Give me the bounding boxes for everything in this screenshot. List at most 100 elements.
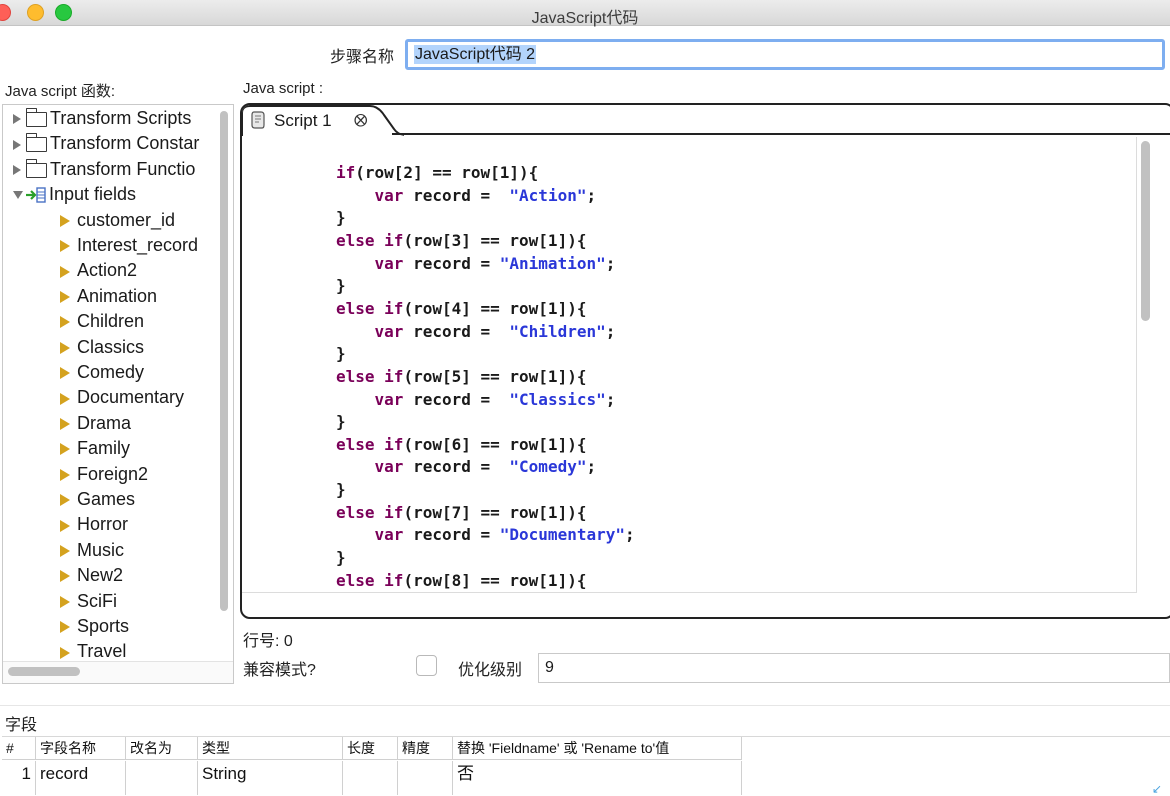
field-marker-icon [60,570,70,583]
column-header[interactable]: 精度 [398,737,453,760]
compat-mode-label: 兼容模式? [243,662,316,679]
row-number: 1 [2,761,36,795]
step-name-value: JavaScript代码 2 [414,45,537,64]
table-cell[interactable]: record [36,761,126,795]
code-vertical-scrollbar[interactable] [1141,141,1150,321]
tab-label: Script 1 [274,111,332,130]
tree-field-item[interactable]: Comedy [60,360,144,385]
code-line: var record = "Classics"; [336,389,616,411]
column-header[interactable]: 改名为 [126,737,198,760]
code-text: (row[5] == row[1]){ [403,366,587,386]
code-area[interactable]: if(row[2] == row[1]){ var record = "Acti… [242,137,1137,593]
tree-field-item[interactable]: Interest_record [60,233,198,258]
tree-field-label: Foreign2 [77,463,149,484]
functions-tree[interactable]: Transform Scripts Transform Constar Transf… [2,104,234,684]
code-line: var record = "Documentary"; [336,524,635,546]
field-marker-icon [60,316,70,329]
code-keyword: var [374,321,404,341]
functions-panel-label: Java script 函数: [5,83,116,100]
field-marker-icon [60,392,70,405]
column-header[interactable]: 字段名称 [36,737,126,760]
tree-field-item[interactable]: Music [60,538,124,563]
tree-folder[interactable]: Transform Constar [13,131,199,156]
step-name-input[interactable]: JavaScript代码 2 [405,39,1165,70]
collapse-arrow-icon[interactable] [13,191,23,200]
code-keyword: if [384,502,404,522]
tab-bar-line [392,133,1170,135]
code-text: (row[6] == row[1]){ [403,434,587,454]
window-title: JavaScript代码 [531,10,639,27]
close-icon[interactable]: ⭙ [354,106,367,136]
code-text: record = [403,321,510,341]
script-icon [251,111,265,129]
expand-arrow-icon[interactable] [13,139,21,150]
tree-field-item[interactable]: Horror [60,512,128,537]
code-text: } [336,344,346,364]
tree-folder[interactable]: Transform Functio [13,157,195,182]
code-text: } [336,208,346,228]
tree-field-label: Sports [77,616,130,636]
tree-input-fields[interactable]: Input fields [13,182,136,207]
code-keyword: if [384,230,404,250]
field-marker-icon [60,646,70,659]
tree-field-item[interactable]: Drama [60,411,131,436]
column-header[interactable]: 替换 'Fieldname' 或 'Rename to'值 [453,737,742,760]
tree-folder-label: Transform Scripts [50,108,192,128]
table-cell[interactable]: 否 [453,761,742,795]
code-string: "Animation" [499,253,606,273]
code-keyword: var [374,457,404,477]
code-text: ; [605,321,616,341]
field-marker-icon [60,443,70,456]
tab-script-1[interactable]: Script 1 ⭙ [242,105,404,136]
tree-field-item[interactable]: Games [60,487,135,512]
tree-field-item[interactable]: Documentary [60,385,184,410]
code-line: var record = "Children"; [336,321,616,343]
tree-folder[interactable]: Transform Scripts [13,106,191,131]
field-marker-icon [60,367,70,380]
table-cell[interactable] [398,761,453,795]
column-header[interactable]: # [2,737,36,760]
code-line: } [336,343,346,365]
code-string: "Classics" [509,389,606,409]
optimization-level-input[interactable]: 9 [538,653,1170,683]
tree-field-item[interactable]: Travel [60,639,126,664]
tree-field-item[interactable]: Children [60,309,144,334]
tree-horizontal-scrollbar[interactable] [8,667,80,676]
code-text: } [336,548,346,568]
tree-field-label: Action2 [77,260,138,281]
tree-field-item[interactable]: Animation [60,284,157,309]
tree-field-item[interactable]: Sports [60,614,129,639]
tree-field-item[interactable]: customer_id [60,208,175,233]
tree-field-item[interactable]: SciFi [60,589,117,614]
code-text: record = [403,253,500,273]
tree-field-item[interactable]: Action2 [60,258,137,283]
code-text: } [336,480,346,500]
resize-grip-icon[interactable]: ↙ [1152,782,1166,796]
column-header[interactable]: 长度 [343,737,398,760]
code-text: record = [403,185,510,205]
code-string: "Action" [509,185,587,205]
code-keyword: else [336,570,375,590]
tree-field-item[interactable]: Classics [60,335,144,360]
tree-field-item[interactable]: New2 [60,563,123,588]
compat-mode-checkbox[interactable] [416,655,437,676]
tree-field-label: Comedy [77,362,145,382]
code-line: } [336,547,346,569]
tree-field-label: Family [77,438,130,459]
expand-arrow-icon[interactable] [13,114,21,125]
tree-vertical-scrollbar[interactable] [220,111,228,611]
tree-field-item[interactable]: Family [60,436,130,461]
input-fields-label: Input fields [49,184,137,205]
code-keyword: else [336,298,375,318]
expand-arrow-icon[interactable] [13,165,21,176]
code-string: "Documentary" [499,525,625,545]
tree-field-item[interactable]: Foreign2 [60,462,148,487]
table-cell[interactable] [126,761,198,795]
table-cell[interactable] [343,761,398,795]
code-line: } [336,207,346,229]
column-header[interactable]: 类型 [198,737,343,760]
table-cell[interactable]: String [198,761,343,795]
